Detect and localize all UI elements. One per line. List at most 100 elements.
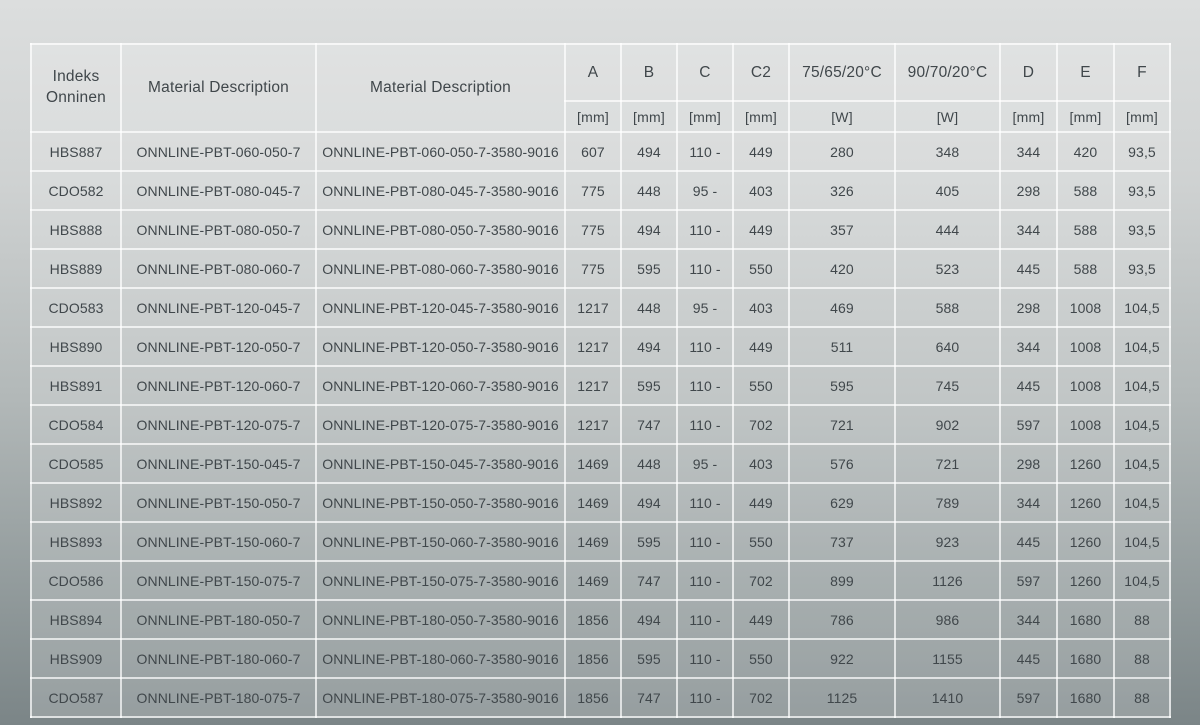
header-col-c: C (677, 44, 733, 101)
value-90-70-20-cell: 923 (895, 522, 1000, 561)
value-75-65-20-cell: 469 (789, 288, 895, 327)
index-cell: HBS894 (31, 600, 121, 639)
table-row: CDO585ONNLINE-PBT-150-045-7ONNLINE-PBT-1… (31, 444, 1170, 483)
value-90-70-20-cell: 745 (895, 366, 1000, 405)
header-col-c2: C2 (733, 44, 789, 101)
table-row: CDO583ONNLINE-PBT-120-045-7ONNLINE-PBT-1… (31, 288, 1170, 327)
value-e-cell: 1680 (1057, 639, 1114, 678)
header-col-75-65-20: 75/65/20°C (789, 44, 895, 101)
value-75-65-20-cell: 420 (789, 249, 895, 288)
unit-col-b: [mm] (621, 101, 677, 132)
value-c2-cell: 550 (733, 249, 789, 288)
value-f-cell: 104,5 (1114, 327, 1170, 366)
value-f-cell: 93,5 (1114, 210, 1170, 249)
header-index-onninen: Indeks Onninen (31, 44, 121, 132)
table-row: CDO586ONNLINE-PBT-150-075-7ONNLINE-PBT-1… (31, 561, 1170, 600)
unit-col-75-65-20: [W] (789, 101, 895, 132)
table-row: HBS887ONNLINE-PBT-060-050-7ONNLINE-PBT-0… (31, 132, 1170, 171)
value-90-70-20-cell: 348 (895, 132, 1000, 171)
value-a-cell: 1856 (565, 678, 621, 717)
index-cell: CDO586 (31, 561, 121, 600)
value-f-cell: 93,5 (1114, 249, 1170, 288)
value-c2-cell: 403 (733, 444, 789, 483)
value-a-cell: 1856 (565, 639, 621, 678)
value-75-65-20-cell: 595 (789, 366, 895, 405)
value-c-cell: 110 - (677, 327, 733, 366)
table-row: CDO587ONNLINE-PBT-180-075-7ONNLINE-PBT-1… (31, 678, 1170, 717)
value-90-70-20-cell: 789 (895, 483, 1000, 522)
value-e-cell: 588 (1057, 249, 1114, 288)
value-e-cell: 588 (1057, 171, 1114, 210)
material-description-cell: ONNLINE-PBT-120-075-7 (121, 405, 316, 444)
value-e-cell: 588 (1057, 210, 1114, 249)
material-description-long-cell: ONNLINE-PBT-180-075-7-3580-9016 (316, 678, 565, 717)
value-75-65-20-cell: 899 (789, 561, 895, 600)
value-b-cell: 595 (621, 639, 677, 678)
material-description-cell: ONNLINE-PBT-180-050-7 (121, 600, 316, 639)
material-description-cell: ONNLINE-PBT-060-050-7 (121, 132, 316, 171)
value-75-65-20-cell: 721 (789, 405, 895, 444)
value-a-cell: 1217 (565, 366, 621, 405)
value-c2-cell: 403 (733, 288, 789, 327)
header-material-description-2: Material Description (316, 44, 565, 132)
unit-col-c2: [mm] (733, 101, 789, 132)
value-c-cell: 110 - (677, 210, 733, 249)
value-c-cell: 110 - (677, 405, 733, 444)
value-d-cell: 298 (1000, 171, 1057, 210)
table-header: Indeks Onninen Material Description Mate… (31, 44, 1170, 132)
table-body: HBS887ONNLINE-PBT-060-050-7ONNLINE-PBT-0… (31, 132, 1170, 717)
value-75-65-20-cell: 786 (789, 600, 895, 639)
index-cell: HBS909 (31, 639, 121, 678)
value-b-cell: 747 (621, 678, 677, 717)
value-90-70-20-cell: 986 (895, 600, 1000, 639)
value-e-cell: 1680 (1057, 600, 1114, 639)
value-d-cell: 597 (1000, 561, 1057, 600)
index-cell: CDO584 (31, 405, 121, 444)
value-d-cell: 344 (1000, 210, 1057, 249)
index-cell: HBS893 (31, 522, 121, 561)
value-b-cell: 448 (621, 444, 677, 483)
value-c2-cell: 702 (733, 678, 789, 717)
value-75-65-20-cell: 326 (789, 171, 895, 210)
value-c-cell: 95 - (677, 444, 733, 483)
material-description-cell: ONNLINE-PBT-180-075-7 (121, 678, 316, 717)
material-description-cell: ONNLINE-PBT-180-060-7 (121, 639, 316, 678)
material-description-cell: ONNLINE-PBT-120-060-7 (121, 366, 316, 405)
value-90-70-20-cell: 902 (895, 405, 1000, 444)
value-c-cell: 110 - (677, 132, 733, 171)
value-a-cell: 1469 (565, 444, 621, 483)
value-90-70-20-cell: 588 (895, 288, 1000, 327)
header-col-90-70-20: 90/70/20°C (895, 44, 1000, 101)
value-e-cell: 1260 (1057, 444, 1114, 483)
value-75-65-20-cell: 280 (789, 132, 895, 171)
table-row: HBS892ONNLINE-PBT-150-050-7ONNLINE-PBT-1… (31, 483, 1170, 522)
material-description-long-cell: ONNLINE-PBT-120-075-7-3580-9016 (316, 405, 565, 444)
value-f-cell: 104,5 (1114, 483, 1170, 522)
index-cell: CDO582 (31, 171, 121, 210)
value-d-cell: 298 (1000, 288, 1057, 327)
index-cell: HBS889 (31, 249, 121, 288)
index-cell: CDO583 (31, 288, 121, 327)
material-description-long-cell: ONNLINE-PBT-120-060-7-3580-9016 (316, 366, 565, 405)
value-e-cell: 1260 (1057, 561, 1114, 600)
header-col-d: D (1000, 44, 1057, 101)
value-c-cell: 110 - (677, 366, 733, 405)
index-cell: CDO585 (31, 444, 121, 483)
value-b-cell: 595 (621, 366, 677, 405)
value-c-cell: 110 - (677, 639, 733, 678)
value-f-cell: 104,5 (1114, 288, 1170, 327)
value-c-cell: 95 - (677, 288, 733, 327)
value-b-cell: 595 (621, 522, 677, 561)
value-c2-cell: 449 (733, 483, 789, 522)
value-b-cell: 494 (621, 132, 677, 171)
unit-col-a: [mm] (565, 101, 621, 132)
value-f-cell: 104,5 (1114, 522, 1170, 561)
value-f-cell: 104,5 (1114, 561, 1170, 600)
material-description-cell: ONNLINE-PBT-150-060-7 (121, 522, 316, 561)
value-75-65-20-cell: 576 (789, 444, 895, 483)
value-f-cell: 104,5 (1114, 444, 1170, 483)
value-d-cell: 445 (1000, 366, 1057, 405)
value-b-cell: 747 (621, 561, 677, 600)
value-c2-cell: 550 (733, 522, 789, 561)
unit-col-e: [mm] (1057, 101, 1114, 132)
